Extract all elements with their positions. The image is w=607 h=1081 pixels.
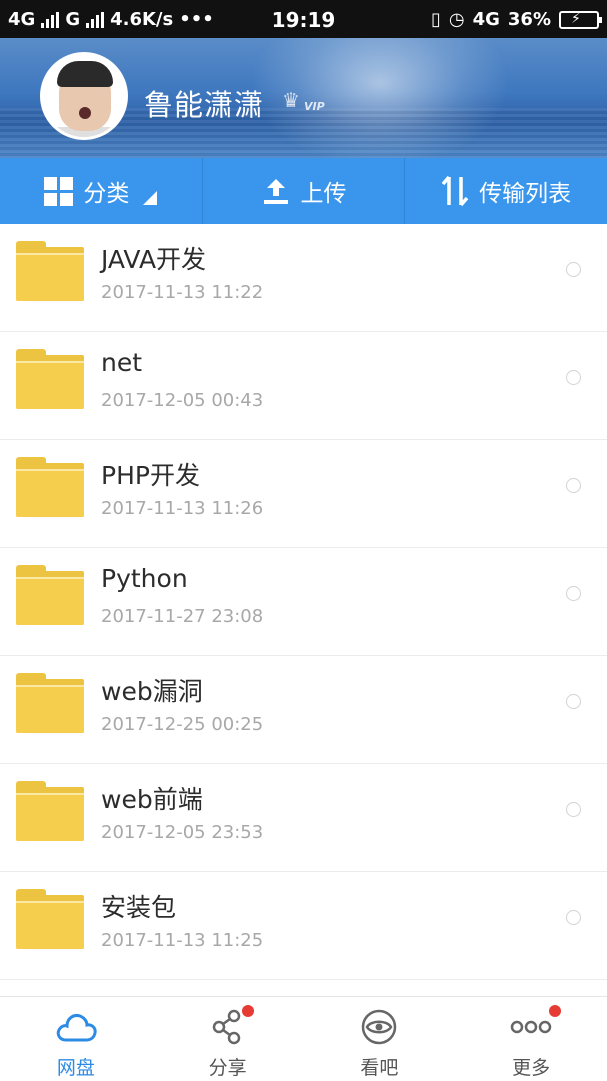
alarm-icon: ◷ [448, 9, 465, 30]
file-date: 2017-11-13 11:25 [101, 930, 264, 951]
cloud-icon [56, 1014, 97, 1042]
folder-icon [16, 457, 84, 517]
folder-icon [16, 781, 84, 841]
upload-button[interactable]: 上传 [203, 158, 406, 224]
nav-label: 网盘 [56, 1057, 95, 1079]
status-bar: 4G G 4.6K/s ••• 19:19 ▯ ◷ 4G 36% ⚡ [0, 0, 607, 38]
folder-icon [16, 673, 84, 733]
file-date: 2017-12-25 00:25 [101, 714, 264, 735]
list-item[interactable]: 安装包 2017-11-13 11:25 [0, 872, 607, 980]
file-list: JAVA开发 2017-11-13 11:22 net 2017-12-05 0… [0, 224, 607, 980]
file-name: web漏洞 [101, 677, 203, 706]
file-date: 2017-11-13 11:26 [101, 498, 264, 519]
nav-label: 看吧 [360, 1057, 399, 1079]
select-radio[interactable] [566, 262, 581, 277]
upload-label: 上传 [300, 181, 347, 207]
folder-icon [16, 349, 84, 409]
more-icon [510, 1020, 552, 1034]
file-date: 2017-11-27 23:08 [101, 606, 264, 627]
file-date: 2017-12-05 00:43 [101, 390, 264, 411]
nav-label: 分享 [208, 1057, 247, 1079]
folder-icon [16, 565, 84, 625]
vip-badge[interactable]: ♛ VIP [280, 88, 328, 114]
transfer-label: 传输列表 [479, 181, 572, 207]
action-toolbar: 分类 上传 传输列表 [0, 158, 607, 224]
file-name: 安装包 [101, 893, 177, 922]
category-label: 分类 [83, 181, 130, 207]
file-name: net [101, 348, 143, 377]
list-item[interactable]: net 2017-12-05 00:43 [0, 332, 607, 440]
username[interactable]: 鲁能潇潇 [144, 82, 264, 124]
file-name: PHP开发 [101, 461, 200, 490]
grid-icon [44, 176, 74, 206]
profile-banner: 鲁能潇潇 ♛ VIP [0, 38, 607, 158]
list-item[interactable]: PHP开发 2017-11-13 11:26 [0, 440, 607, 548]
file-date: 2017-11-13 11:22 [101, 282, 264, 303]
nav-item-share[interactable]: 分享 [152, 997, 304, 1081]
vibrate-icon: ▯ [430, 9, 441, 30]
select-radio[interactable] [566, 910, 581, 925]
crown-icon: ♛ [282, 88, 300, 112]
select-radio[interactable] [566, 478, 581, 493]
transfer-list-button[interactable]: 传输列表 [405, 158, 607, 224]
list-item[interactable]: Python 2017-11-27 23:08 [0, 548, 607, 656]
folder-icon [16, 241, 84, 301]
nav-label: 更多 [512, 1057, 551, 1079]
select-radio[interactable] [566, 586, 581, 601]
transfer-icon [441, 175, 469, 207]
category-button[interactable]: 分类 [0, 158, 203, 224]
caret-down-icon [143, 191, 158, 205]
list-item[interactable]: JAVA开发 2017-11-13 11:22 [0, 224, 607, 332]
notification-badge [549, 1005, 562, 1017]
battery-icon: ⚡ [559, 10, 602, 29]
file-name: JAVA开发 [101, 245, 207, 274]
nav-item-netdisk[interactable]: 网盘 [0, 997, 152, 1081]
file-name: web前端 [101, 785, 203, 814]
eye-icon [362, 1009, 397, 1045]
vip-label: VIP [304, 100, 325, 113]
upload-icon [263, 179, 288, 204]
folder-icon [16, 889, 84, 949]
file-date: 2017-12-05 23:53 [101, 822, 264, 843]
network-type: 4G [472, 9, 500, 30]
file-name: Python [101, 564, 188, 593]
share-icon [212, 1009, 240, 1045]
nav-item-more[interactable]: 更多 [455, 997, 607, 1081]
nav-item-watch[interactable]: 看吧 [304, 997, 456, 1081]
select-radio[interactable] [566, 694, 581, 709]
select-radio[interactable] [566, 370, 581, 385]
list-item[interactable]: web前端 2017-12-05 23:53 [0, 764, 607, 872]
notification-badge [241, 1005, 254, 1017]
select-radio[interactable] [566, 802, 581, 817]
avatar[interactable] [40, 52, 128, 140]
bottom-nav: 网盘 分享 看吧 更多 [0, 996, 607, 1081]
battery-percent: 36% [507, 9, 551, 30]
list-item[interactable]: web漏洞 2017-12-25 00:25 [0, 656, 607, 764]
